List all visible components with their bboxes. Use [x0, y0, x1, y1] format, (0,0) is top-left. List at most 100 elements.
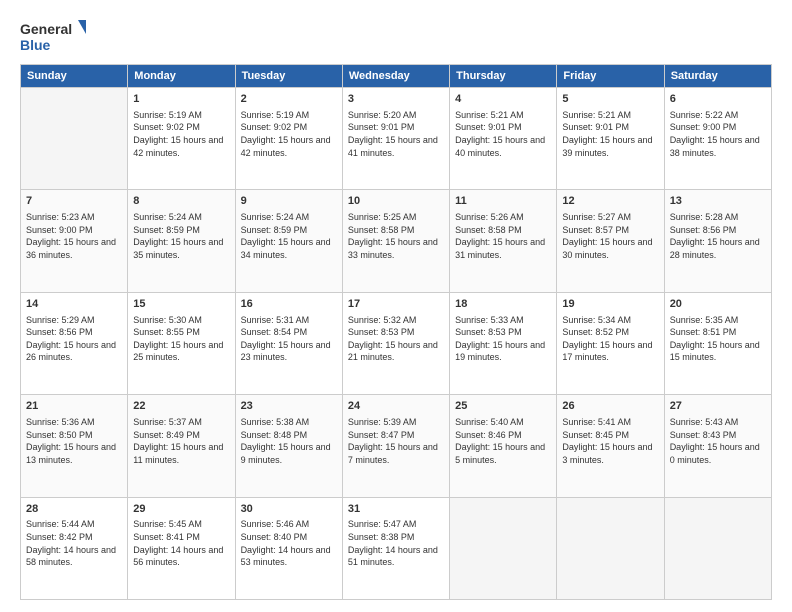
day-cell-1-0-1: 1 Sunrise: 5:19 AMSunset: 9:02 PMDayligh… — [128, 88, 235, 190]
day-cell-empty-4-6 — [664, 497, 771, 599]
day-number: 17 — [348, 297, 444, 312]
day-cell-31-4-3: 31 Sunrise: 5:47 AMSunset: 8:38 PMDaylig… — [342, 497, 449, 599]
logo-svg: General Blue — [20, 16, 90, 56]
day-info: Sunrise: 5:47 AMSunset: 8:38 PMDaylight:… — [348, 518, 444, 568]
day-cell-empty-4-4 — [450, 497, 557, 599]
day-cell-30-4-2: 30 Sunrise: 5:46 AMSunset: 8:40 PMDaylig… — [235, 497, 342, 599]
header-thursday: Thursday — [450, 65, 557, 88]
day-number: 20 — [670, 297, 766, 312]
day-info: Sunrise: 5:43 AMSunset: 8:43 PMDaylight:… — [670, 416, 766, 466]
day-info: Sunrise: 5:34 AMSunset: 8:52 PMDaylight:… — [562, 314, 658, 364]
day-cell-23-3-2: 23 Sunrise: 5:38 AMSunset: 8:48 PMDaylig… — [235, 395, 342, 497]
day-number: 1 — [133, 92, 229, 107]
week-row-4: 21 Sunrise: 5:36 AMSunset: 8:50 PMDaylig… — [21, 395, 772, 497]
day-info: Sunrise: 5:29 AMSunset: 8:56 PMDaylight:… — [26, 314, 122, 364]
day-number: 19 — [562, 297, 658, 312]
day-number: 14 — [26, 297, 122, 312]
day-info: Sunrise: 5:24 AMSunset: 8:59 PMDaylight:… — [133, 211, 229, 261]
day-cell-2-0-2: 2 Sunrise: 5:19 AMSunset: 9:02 PMDayligh… — [235, 88, 342, 190]
day-info: Sunrise: 5:30 AMSunset: 8:55 PMDaylight:… — [133, 314, 229, 364]
day-number: 18 — [455, 297, 551, 312]
day-cell-5-0-5: 5 Sunrise: 5:21 AMSunset: 9:01 PMDayligh… — [557, 88, 664, 190]
day-number: 4 — [455, 92, 551, 107]
header-monday: Monday — [128, 65, 235, 88]
day-cell-empty-4-5 — [557, 497, 664, 599]
day-number: 2 — [241, 92, 337, 107]
day-info: Sunrise: 5:23 AMSunset: 9:00 PMDaylight:… — [26, 211, 122, 261]
day-info: Sunrise: 5:45 AMSunset: 8:41 PMDaylight:… — [133, 518, 229, 568]
day-number: 11 — [455, 194, 551, 209]
day-number: 26 — [562, 399, 658, 414]
day-info: Sunrise: 5:39 AMSunset: 8:47 PMDaylight:… — [348, 416, 444, 466]
day-number: 6 — [670, 92, 766, 107]
day-info: Sunrise: 5:44 AMSunset: 8:42 PMDaylight:… — [26, 518, 122, 568]
day-info: Sunrise: 5:33 AMSunset: 8:53 PMDaylight:… — [455, 314, 551, 364]
day-number: 15 — [133, 297, 229, 312]
day-cell-12-1-5: 12 Sunrise: 5:27 AMSunset: 8:57 PMDaylig… — [557, 190, 664, 292]
day-number: 21 — [26, 399, 122, 414]
day-info: Sunrise: 5:32 AMSunset: 8:53 PMDaylight:… — [348, 314, 444, 364]
day-info: Sunrise: 5:22 AMSunset: 9:00 PMDaylight:… — [670, 109, 766, 159]
day-number: 29 — [133, 502, 229, 517]
header-tuesday: Tuesday — [235, 65, 342, 88]
day-number: 10 — [348, 194, 444, 209]
day-info: Sunrise: 5:38 AMSunset: 8:48 PMDaylight:… — [241, 416, 337, 466]
day-number: 9 — [241, 194, 337, 209]
day-number: 12 — [562, 194, 658, 209]
day-cell-11-1-4: 11 Sunrise: 5:26 AMSunset: 8:58 PMDaylig… — [450, 190, 557, 292]
day-cell-15-2-1: 15 Sunrise: 5:30 AMSunset: 8:55 PMDaylig… — [128, 292, 235, 394]
day-number: 22 — [133, 399, 229, 414]
day-cell-7-1-0: 7 Sunrise: 5:23 AMSunset: 9:00 PMDayligh… — [21, 190, 128, 292]
day-cell-10-1-3: 10 Sunrise: 5:25 AMSunset: 8:58 PMDaylig… — [342, 190, 449, 292]
day-cell-19-2-5: 19 Sunrise: 5:34 AMSunset: 8:52 PMDaylig… — [557, 292, 664, 394]
day-cell-29-4-1: 29 Sunrise: 5:45 AMSunset: 8:41 PMDaylig… — [128, 497, 235, 599]
day-info: Sunrise: 5:21 AMSunset: 9:01 PMDaylight:… — [455, 109, 551, 159]
header: General Blue — [20, 16, 772, 56]
day-cell-28-4-0: 28 Sunrise: 5:44 AMSunset: 8:42 PMDaylig… — [21, 497, 128, 599]
day-info: Sunrise: 5:35 AMSunset: 8:51 PMDaylight:… — [670, 314, 766, 364]
day-info: Sunrise: 5:41 AMSunset: 8:45 PMDaylight:… — [562, 416, 658, 466]
day-cell-22-3-1: 22 Sunrise: 5:37 AMSunset: 8:49 PMDaylig… — [128, 395, 235, 497]
day-number: 8 — [133, 194, 229, 209]
week-row-1: 1 Sunrise: 5:19 AMSunset: 9:02 PMDayligh… — [21, 88, 772, 190]
page: General Blue SundayMondayTuesdayWednesda… — [0, 0, 792, 612]
day-cell-9-1-2: 9 Sunrise: 5:24 AMSunset: 8:59 PMDayligh… — [235, 190, 342, 292]
day-number: 5 — [562, 92, 658, 107]
day-info: Sunrise: 5:21 AMSunset: 9:01 PMDaylight:… — [562, 109, 658, 159]
day-number: 13 — [670, 194, 766, 209]
day-cell-6-0-6: 6 Sunrise: 5:22 AMSunset: 9:00 PMDayligh… — [664, 88, 771, 190]
day-info: Sunrise: 5:46 AMSunset: 8:40 PMDaylight:… — [241, 518, 337, 568]
day-number: 7 — [26, 194, 122, 209]
day-number: 16 — [241, 297, 337, 312]
day-cell-17-2-3: 17 Sunrise: 5:32 AMSunset: 8:53 PMDaylig… — [342, 292, 449, 394]
logo: General Blue — [20, 16, 90, 56]
day-cell-13-1-6: 13 Sunrise: 5:28 AMSunset: 8:56 PMDaylig… — [664, 190, 771, 292]
calendar-header-row: SundayMondayTuesdayWednesdayThursdayFrid… — [21, 65, 772, 88]
day-info: Sunrise: 5:40 AMSunset: 8:46 PMDaylight:… — [455, 416, 551, 466]
week-row-2: 7 Sunrise: 5:23 AMSunset: 9:00 PMDayligh… — [21, 190, 772, 292]
day-cell-8-1-1: 8 Sunrise: 5:24 AMSunset: 8:59 PMDayligh… — [128, 190, 235, 292]
day-cell-27-3-6: 27 Sunrise: 5:43 AMSunset: 8:43 PMDaylig… — [664, 395, 771, 497]
day-number: 31 — [348, 502, 444, 517]
day-info: Sunrise: 5:24 AMSunset: 8:59 PMDaylight:… — [241, 211, 337, 261]
day-info: Sunrise: 5:27 AMSunset: 8:57 PMDaylight:… — [562, 211, 658, 261]
day-cell-3-0-3: 3 Sunrise: 5:20 AMSunset: 9:01 PMDayligh… — [342, 88, 449, 190]
day-info: Sunrise: 5:28 AMSunset: 8:56 PMDaylight:… — [670, 211, 766, 261]
day-cell-4-0-4: 4 Sunrise: 5:21 AMSunset: 9:01 PMDayligh… — [450, 88, 557, 190]
header-friday: Friday — [557, 65, 664, 88]
day-cell-25-3-4: 25 Sunrise: 5:40 AMSunset: 8:46 PMDaylig… — [450, 395, 557, 497]
day-cell-24-3-3: 24 Sunrise: 5:39 AMSunset: 8:47 PMDaylig… — [342, 395, 449, 497]
day-info: Sunrise: 5:19 AMSunset: 9:02 PMDaylight:… — [133, 109, 229, 159]
day-cell-empty-0-0 — [21, 88, 128, 190]
day-info: Sunrise: 5:20 AMSunset: 9:01 PMDaylight:… — [348, 109, 444, 159]
week-row-5: 28 Sunrise: 5:44 AMSunset: 8:42 PMDaylig… — [21, 497, 772, 599]
svg-text:General: General — [20, 21, 72, 37]
day-cell-26-3-5: 26 Sunrise: 5:41 AMSunset: 8:45 PMDaylig… — [557, 395, 664, 497]
day-cell-16-2-2: 16 Sunrise: 5:31 AMSunset: 8:54 PMDaylig… — [235, 292, 342, 394]
day-number: 3 — [348, 92, 444, 107]
day-number: 24 — [348, 399, 444, 414]
day-number: 25 — [455, 399, 551, 414]
day-info: Sunrise: 5:25 AMSunset: 8:58 PMDaylight:… — [348, 211, 444, 261]
day-cell-20-2-6: 20 Sunrise: 5:35 AMSunset: 8:51 PMDaylig… — [664, 292, 771, 394]
day-info: Sunrise: 5:36 AMSunset: 8:50 PMDaylight:… — [26, 416, 122, 466]
